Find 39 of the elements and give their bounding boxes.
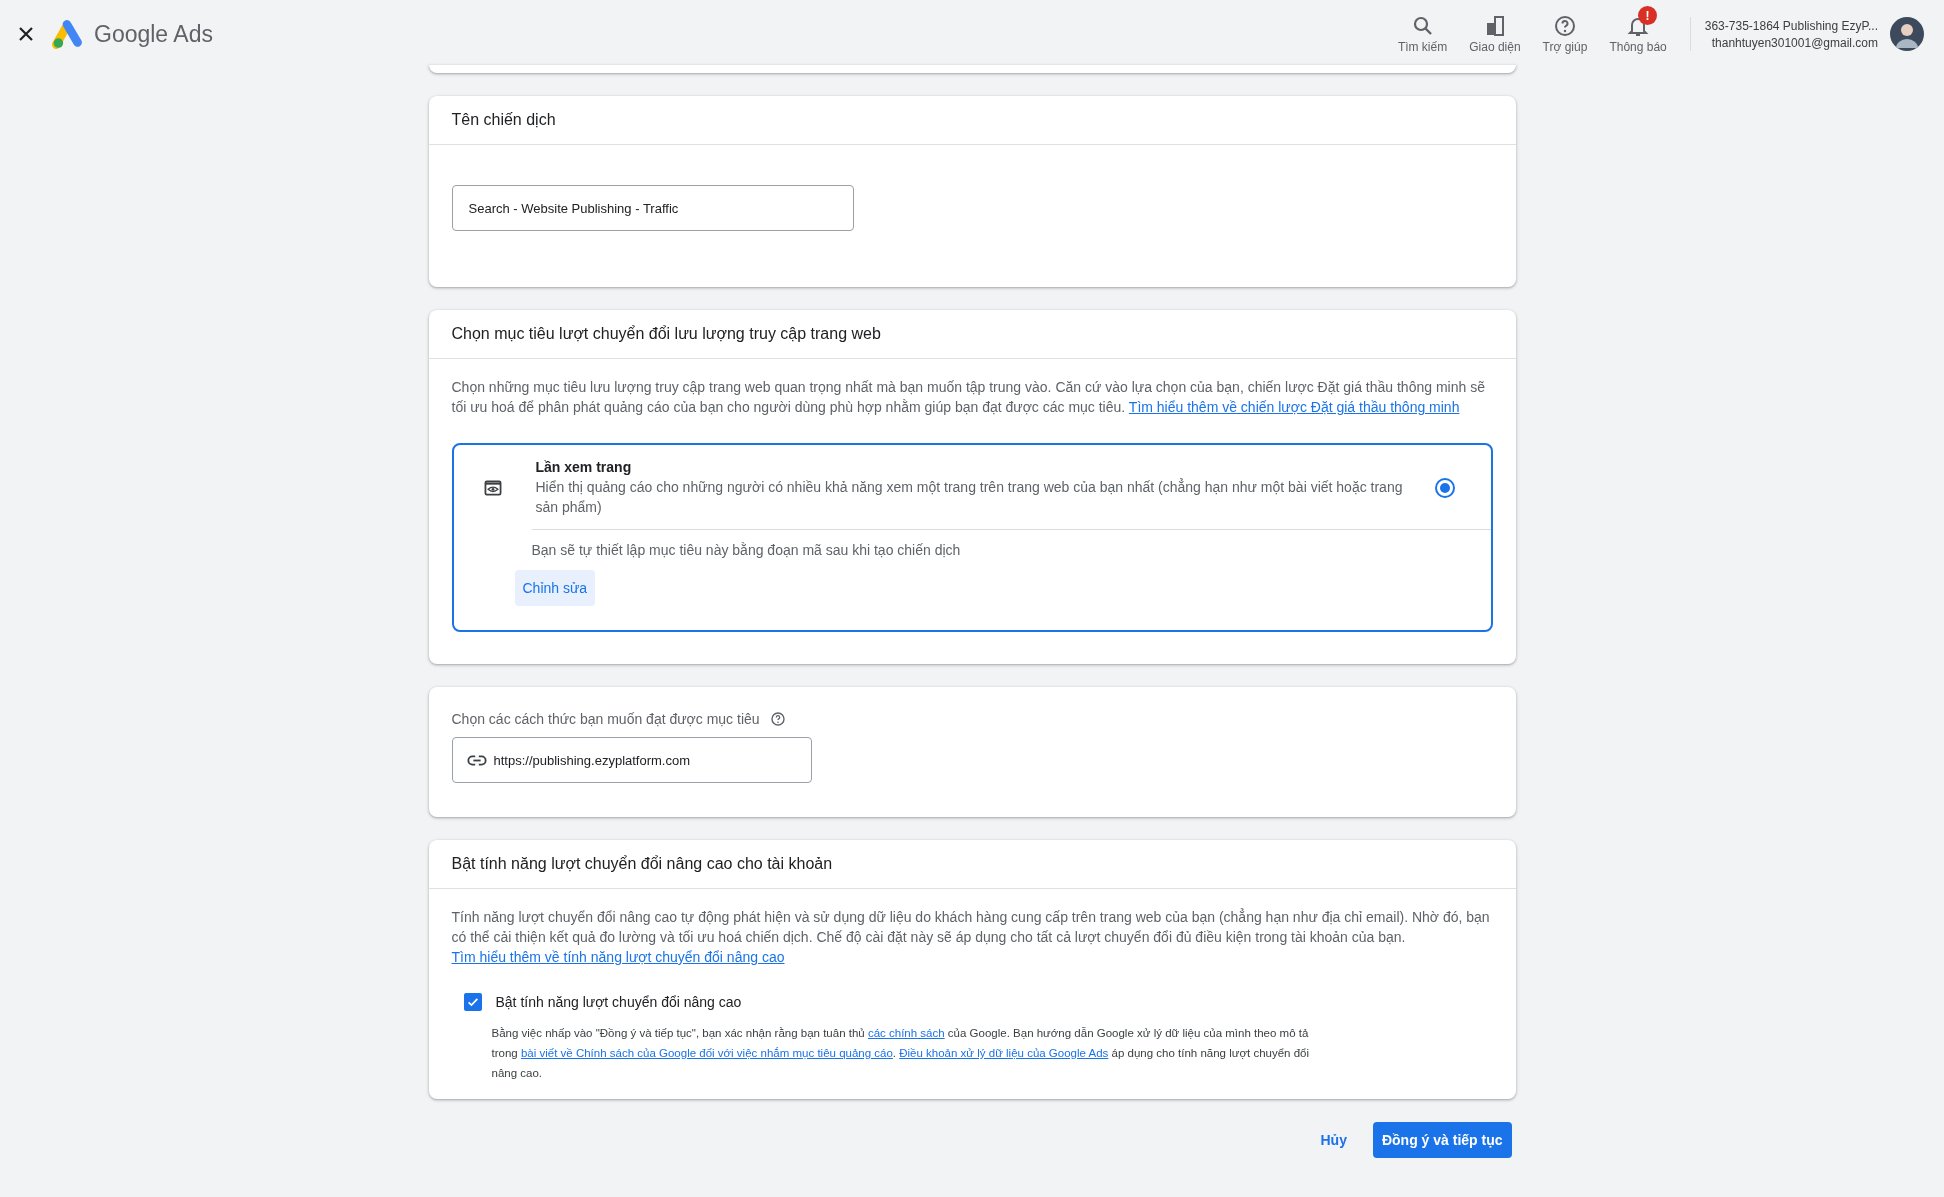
- toolbar-button[interactable]: ! Thông báo: [1598, 5, 1678, 54]
- toolbar-button[interactable]: Giao diện: [1458, 5, 1532, 54]
- toolbar-button[interactable]: Tìm kiếm: [1386, 5, 1459, 54]
- campaign-name-field[interactable]: Search - Website Publishing - Traffic: [451, 185, 854, 231]
- policy-link[interactable]: Điều khoản xử lý dữ liệu của Google Ads: [899, 1047, 1109, 1059]
- learn-more-link[interactable]: Tìm hiểu thêm về chiến lược Đặt giá thầu thông minh: [1128, 399, 1460, 415]
- eye-icon: [483, 480, 502, 496]
- account-name: 363-735-1864 Publishing EzyP...: [1704, 18, 1878, 33]
- card-title: Chọn mục tiêu lượt chuyển đổi lưu lượng truy cập trang web: [428, 310, 1516, 359]
- avatar[interactable]: [1890, 17, 1924, 51]
- field-label: Chọn các cách thức bạn muốn đạt được mục tiêu: [451, 711, 760, 727]
- toolbar-button[interactable]: Trợ giúp: [1531, 5, 1599, 54]
- setup-note: Bạn sẽ tự thiết lập mục tiêu này bằng đoạn mã sau khi tạo chiến dịch: [531, 542, 962, 558]
- policy-link[interactable]: bài viết về Chính sách của Google đối với việc nhắm mục tiêu quảng cáo: [520, 1047, 893, 1059]
- radio-button[interactable]: [1434, 478, 1455, 498]
- description-text: Tính năng lượt chuyển đổi nâng cao tự động phát hiện và sử dụng dữ liệu do khách hàng cung cấp trên trang web của bạn (chẳng hạn như địa chỉ email). Nhờ đó, bạn có thể cải thiện kết quả đo lường và tối ưu hoá chiến dịch. Chế độ cài đặt này sẽ áp dụng cho tất cả lượt chuyển đổi đủ điều kiện trong tài khoản của bạn. Tìm hiểu thêm về tính năng lượt chuyển đổi nâng cao: [451, 907, 1491, 967]
- goal-option[interactable]: [451, 443, 1493, 632]
- link-icon: [466, 754, 487, 766]
- option-description: Hiển thị quảng cáo cho những người có nhiều khả năng xem một trang trên trang web của bạn nhất (chẳng hạn như một bài viết hoặc trang sản phẩm): [535, 477, 1404, 517]
- card-title: Bật tính năng lượt chuyển đổi nâng cao cho tài khoản: [428, 840, 1516, 889]
- url-field[interactable]: https://publishing.ezyplatform.com: [451, 737, 812, 783]
- account-email: thanhtuyen301001@gmail.com: [1711, 35, 1878, 50]
- product-name: Google Ads: [94, 20, 213, 48]
- checkbox[interactable]: [463, 993, 482, 1011]
- help-icon: [1553, 14, 1577, 38]
- notification-badge: !: [1638, 6, 1658, 25]
- description-text: Chọn những mục tiêu lưu lượng truy cập trang web quan trọng nhất mà bạn muốn tập trung vào. Căn cứ vào lựa chọn của bạn, chiến lược Đặt giá thầu thông minh sẽ tối ưu hoá để phân phát quảng cáo của bạn cho người dùng phù hợp nhằm giúp bạn đạt được các mục tiêu. Tìm hiểu thêm về chiến lược Đặt giá thầu thông minh: [451, 378, 1486, 417]
- consent-text: Bằng việc nhấp vào "Đồng ý và tiếp tục", bạn xác nhận rằng bạn tuân thủ các chính sách của Google. Bạn hướng dẫn Google xử lý dữ liệu của mình theo mô tả trong bài viết về Chính sách của Google đối với việc nhắm mục tiêu quảng cáo. Điều khoản xử lý dữ liệu của Google Ads áp dụng cho tính năng lượt chuyển đổi nâng cao.: [491, 1026, 1310, 1081]
- learn-more-link[interactable]: Tìm hiểu thêm về tính năng lượt chuyển đổi nâng cao: [451, 949, 785, 965]
- help-icon[interactable]: [769, 711, 786, 727]
- cancel-button[interactable]: Hủy: [1308, 1122, 1359, 1158]
- checkbox-label: Bật tính năng lượt chuyển đổi nâng cao: [495, 994, 742, 1010]
- logo-icon: [52, 19, 84, 49]
- close-icon[interactable]: [18, 26, 34, 42]
- card-title: Tên chiến dịch: [428, 96, 1516, 145]
- option-title: Lần xem trang: [535, 459, 633, 475]
- policy-link[interactable]: các chính sách: [867, 1027, 945, 1039]
- edit-button[interactable]: Chỉnh sửa: [514, 570, 596, 606]
- confirm-button[interactable]: Đồng ý và tiếp tục: [1372, 1122, 1512, 1158]
